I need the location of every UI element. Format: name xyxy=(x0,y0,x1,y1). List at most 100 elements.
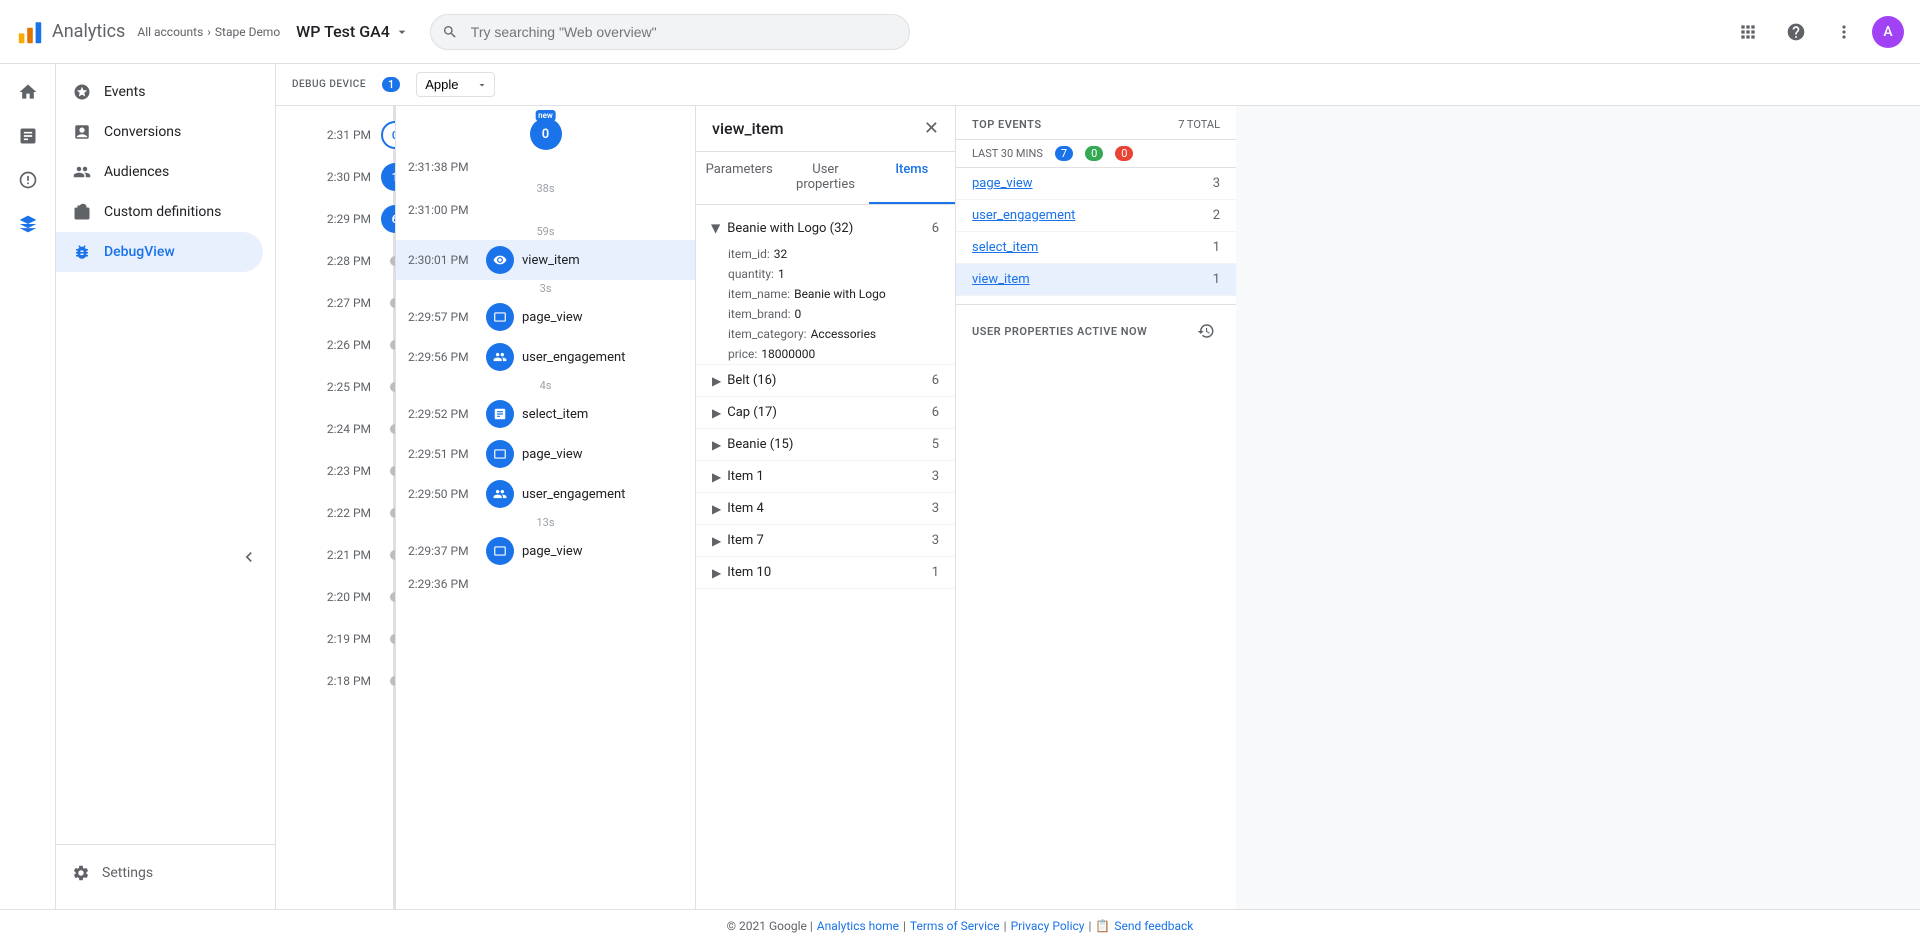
main-layout: Events Conversions Audiences Custom defi… xyxy=(0,64,1920,909)
timeline-item-218: 2:18 PM xyxy=(276,660,395,702)
item-group-header-cap[interactable]: ▶ Cap (17) 6 xyxy=(696,397,955,428)
item-group-beanie: ▶ Beanie (15) 5 xyxy=(696,429,955,461)
history-button[interactable] xyxy=(1192,317,1220,345)
event-row-user-engagement-1[interactable]: 2:29:56 PM user_engagement xyxy=(396,337,695,377)
dropdown-icon xyxy=(394,24,410,40)
item-count: 3 xyxy=(932,469,939,484)
event-row-page-view-3[interactable]: 2:29:37 PM page_view xyxy=(396,531,695,571)
debugview-icon xyxy=(72,242,92,262)
detail-row-item-brand: item_brand: 0 xyxy=(696,304,955,324)
sidebar-item-events[interactable]: Events xyxy=(56,72,263,112)
sidebar-icon-reports[interactable] xyxy=(8,116,48,156)
timeline-dot xyxy=(390,508,396,518)
event-stat-count: 1 xyxy=(1213,272,1220,287)
close-button[interactable]: ✕ xyxy=(924,118,939,139)
chevron-icon: ▶ xyxy=(712,502,721,516)
more-button[interactable] xyxy=(1824,12,1864,52)
breadcrumb-account[interactable]: Stape Demo xyxy=(215,25,280,39)
breadcrumb-sep: › xyxy=(207,25,211,39)
timeline-item-224: 2:24 PM xyxy=(276,408,395,450)
event-icon xyxy=(486,246,514,274)
detail-key: price: xyxy=(728,347,757,361)
sidebar-item-audiences[interactable]: Audiences xyxy=(56,152,263,192)
collapse-sidebar-button[interactable] xyxy=(231,539,267,578)
help-button[interactable] xyxy=(1776,12,1816,52)
event-row-view-item[interactable]: 2:30:01 PM view_item xyxy=(396,240,695,280)
timeline-badge-0: 0 xyxy=(381,121,396,149)
duration-3s: 3s xyxy=(396,280,695,297)
apps-button[interactable] xyxy=(1728,12,1768,52)
item-group-header-item10[interactable]: ▶ Item 10 1 xyxy=(696,557,955,588)
duration-38s: 38s xyxy=(396,180,695,197)
item-name: Item 10 xyxy=(727,565,771,580)
sidebar-icon-configure[interactable] xyxy=(8,204,48,244)
event-name: select_item xyxy=(522,407,588,422)
footer-sep3: | xyxy=(1088,919,1091,933)
timeline-time: 2:23 PM xyxy=(327,464,371,478)
timeline-dot xyxy=(390,298,396,308)
event-row-select-item[interactable]: 2:29:52 PM select_item xyxy=(396,394,695,434)
history-icon xyxy=(1197,322,1215,340)
tab-user-properties[interactable]: User properties xyxy=(782,152,868,204)
sidebar-item-debugview[interactable]: DebugView xyxy=(56,232,263,272)
event-icon xyxy=(486,480,514,508)
settings-item[interactable]: Settings xyxy=(56,853,275,893)
sidebar-item-conversions[interactable]: Conversions xyxy=(56,112,263,152)
timeline-item-221: 2:21 PM xyxy=(276,534,395,576)
footer-sep2: | xyxy=(1004,919,1007,933)
sidebar-item-custom[interactable]: Custom definitions xyxy=(56,192,263,232)
event-stat-select-item[interactable]: select_item 1 xyxy=(956,232,1236,264)
event-time-2:29:36: 2:29:36 PM xyxy=(396,571,695,597)
gear-icon xyxy=(72,864,90,882)
item-group-title: ▶ Item 7 xyxy=(712,533,764,548)
privacy-link[interactable]: Privacy Policy xyxy=(1011,919,1085,933)
feedback-icon: 📋 xyxy=(1095,919,1110,933)
tab-items[interactable]: Items xyxy=(869,152,955,204)
event-stat-view-item[interactable]: view_item 1 xyxy=(956,264,1236,296)
event-name: page_view xyxy=(522,447,583,462)
tab-parameters[interactable]: Parameters xyxy=(696,152,782,204)
item-group-header-item7[interactable]: ▶ Item 7 3 xyxy=(696,525,955,556)
event-stat-page-view[interactable]: page_view 3 xyxy=(956,168,1236,200)
breadcrumb-all[interactable]: All accounts xyxy=(137,25,203,39)
item-group-header-item1[interactable]: ▶ Item 1 3 xyxy=(696,461,955,492)
detail-key: item_brand: xyxy=(728,307,791,321)
item-group-beanie-logo: ▶ Beanie with Logo (32) 6 item_id: 32 xyxy=(696,213,955,365)
event-row-page-view-1[interactable]: 2:29:57 PM page_view xyxy=(396,297,695,337)
user-props-header: USER PROPERTIES ACTIVE NOW xyxy=(956,304,1236,353)
event-row-user-engagement-2[interactable]: 2:29:50 PM user_engagement xyxy=(396,474,695,514)
item-group-title: ▶ Item 10 xyxy=(712,565,771,580)
detail-row-item-category: item_category: Accessories xyxy=(696,324,955,344)
event-row-page-view-2[interactable]: 2:29:51 PM page_view xyxy=(396,434,695,474)
feedback-link[interactable]: Send feedback xyxy=(1114,919,1193,933)
avatar[interactable]: A xyxy=(1872,16,1904,48)
sidebar-icon-explore[interactable] xyxy=(8,160,48,200)
search-input[interactable] xyxy=(430,14,910,50)
conversions-label: Conversions xyxy=(104,124,181,140)
item-group-header-beanie-logo[interactable]: ▶ Beanie with Logo (32) 6 xyxy=(696,213,955,244)
timeline-item-222: 2:22 PM xyxy=(276,492,395,534)
event-time: 2:30:01 PM xyxy=(408,253,478,267)
item-group-header-beanie[interactable]: ▶ Beanie (15) 5 xyxy=(696,429,955,460)
event-stat-user-engagement[interactable]: user_engagement 2 xyxy=(956,200,1236,232)
conversions-icon xyxy=(72,122,92,142)
property-selector[interactable]: WP Test GA4 xyxy=(296,22,410,41)
detail-key: item_name: xyxy=(728,287,790,301)
timeline-dot xyxy=(390,340,396,350)
sidebar-icon-home[interactable] xyxy=(8,72,48,112)
blue-count-badge: 7 xyxy=(1055,146,1073,161)
device-select[interactable]: Apple Android Other xyxy=(416,72,495,97)
footer: © 2021 Google | Analytics home | Terms o… xyxy=(0,909,1920,941)
terms-link[interactable]: Terms of Service xyxy=(910,919,1000,933)
help-icon xyxy=(1786,22,1806,42)
analytics-home-link[interactable]: Analytics home xyxy=(817,919,899,933)
timeline-item-225: 2:25 PM xyxy=(276,366,395,408)
item-group-item7: ▶ Item 7 3 xyxy=(696,525,955,557)
item-group-header-belt[interactable]: ▶ Belt (16) 6 xyxy=(696,365,955,396)
item-group-header-item4[interactable]: ▶ Item 4 3 xyxy=(696,493,955,524)
event-icon xyxy=(486,303,514,331)
timeline-badge-6: 6 xyxy=(381,205,396,233)
item-group-title: ▶ Belt (16) xyxy=(712,373,776,388)
detail-header: view_item ✕ xyxy=(696,106,955,152)
new-badge-wrap: 0 new xyxy=(530,118,562,150)
